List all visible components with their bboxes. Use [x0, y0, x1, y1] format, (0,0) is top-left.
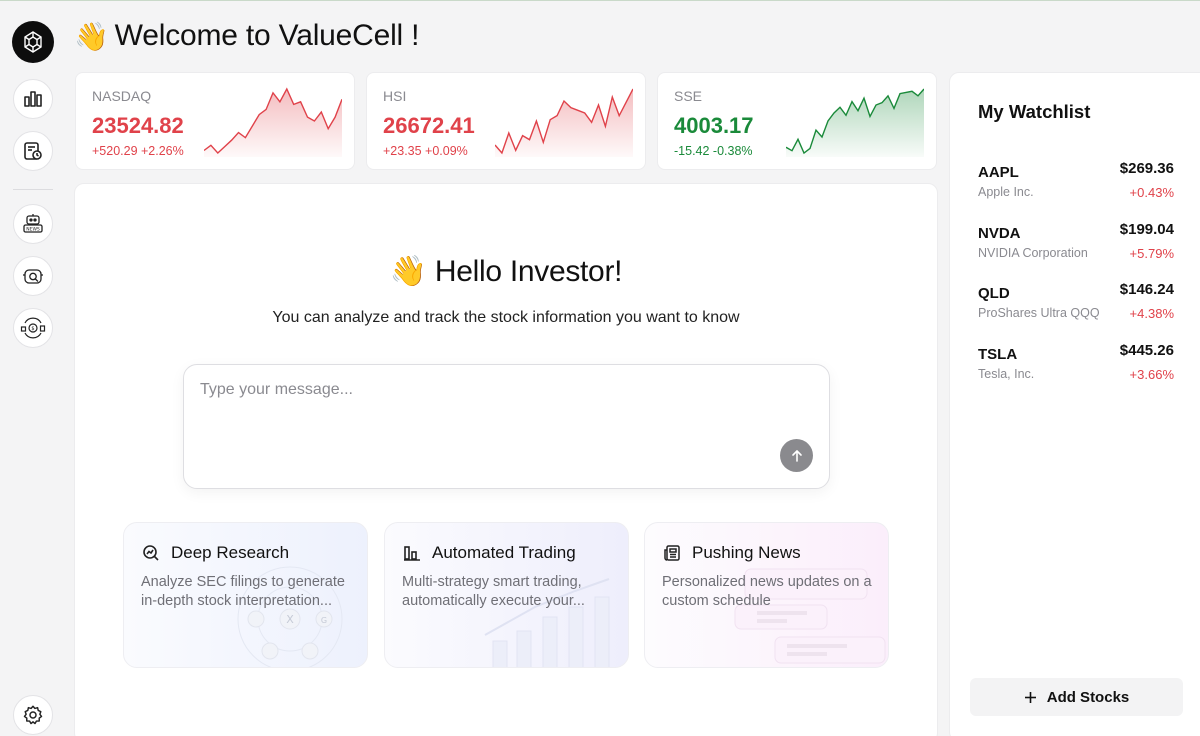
index-sparkline: [495, 88, 633, 157]
send-button[interactable]: [780, 439, 813, 472]
index-card-sse[interactable]: SSE 4003.17 -15.42 -0.38%: [657, 72, 937, 170]
index-name: HSI: [383, 88, 407, 104]
page-title: 👋 Welcome to ValueCell !: [74, 19, 419, 53]
index-name: SSE: [674, 88, 703, 104]
add-stocks-label: Add Stocks: [1046, 688, 1130, 706]
hello-subtitle: You can analyze and track the stock info…: [272, 309, 740, 326]
index-sparkline: [204, 87, 342, 157]
trading-robot-icon: $: [20, 317, 46, 339]
stock-name: NVIDIA Corporation: [978, 246, 1088, 260]
stock-change: +0.43%: [1129, 185, 1174, 200]
arrow-up-icon: [791, 449, 802, 462]
hello-heading: 👋 Hello Investor!: [75, 254, 937, 289]
bar-chart-icon: [24, 91, 42, 107]
settings-button[interactable]: [13, 695, 53, 735]
message-box: [183, 364, 830, 489]
app-logo[interactable]: [12, 21, 54, 63]
index-card-nasdaq[interactable]: NASDAQ 23524.82 +520.29 +2.26%: [75, 72, 355, 170]
page-title-text: Welcome to ValueCell !: [114, 19, 420, 52]
stock-symbol: NVDA: [978, 225, 1021, 242]
stock-symbol: TSLA: [978, 346, 1018, 363]
stock-name: Tesla, Inc.: [978, 367, 1035, 381]
plus-icon: [1024, 691, 1036, 703]
svg-text:G: G: [321, 616, 327, 625]
feature-description: Multi-strategy smart trading, automatica…: [402, 574, 585, 609]
index-change: -15.42 -0.38%: [674, 144, 753, 158]
svg-text:$: $: [31, 326, 34, 332]
feature-description: Analyze SEC filings to generate in-depth…: [141, 574, 345, 609]
stock-symbol: AAPL: [978, 164, 1019, 181]
news-robot-icon: NEWS: [23, 214, 43, 233]
stock-symbol: QLD: [978, 285, 1010, 302]
index-value: 26672.41: [383, 113, 475, 138]
chat-panel: 👋 Hello Investor! You can analyze and tr…: [74, 183, 938, 736]
watchlist-item-aapl[interactable]: AAPL Apple Inc. $269.36 +0.43%: [978, 160, 1174, 208]
sparkline-area: [786, 89, 924, 157]
sidebar: NEWS $: [0, 1, 66, 736]
svg-text:NEWS: NEWS: [26, 227, 40, 233]
logo-icon: [24, 31, 42, 53]
gear-icon: [23, 705, 43, 725]
stock-price: $269.36: [1119, 160, 1174, 177]
stock-change: +3.66%: [1129, 367, 1174, 382]
feature-description: Personalized news updates on a custom sc…: [662, 574, 872, 609]
feature-card-deep-research[interactable]: X G Deep Research Analyze SEC filings to…: [123, 522, 368, 668]
search-robot-icon: [23, 269, 43, 284]
index-value: 23524.82: [92, 113, 184, 138]
sidebar-item-research-agent[interactable]: [13, 256, 53, 296]
stock-name: Apple Inc.: [978, 185, 1034, 199]
stock-change: +4.38%: [1129, 306, 1174, 321]
feature-card-pushing-news[interactable]: Pushing News Personalized news updates o…: [644, 522, 889, 668]
sidebar-item-history[interactable]: [13, 131, 53, 171]
wave-emoji: 👋: [74, 20, 109, 52]
clock-document-icon: [24, 142, 42, 160]
index-change: +23.35 +0.09%: [383, 144, 468, 158]
index-change: +520.29 +2.26%: [92, 144, 184, 158]
stock-price: $199.04: [1119, 221, 1174, 238]
watchlist-title: My Watchlist: [978, 101, 1091, 122]
stock-name: ProShares Ultra QQQ: [978, 306, 1100, 320]
hello-text: Hello Investor!: [434, 255, 623, 288]
sidebar-item-market[interactable]: [13, 79, 53, 119]
watchlist-item-qld[interactable]: QLD ProShares Ultra QQQ $146.24 +4.38%: [978, 281, 1174, 329]
stock-change: +5.79%: [1129, 246, 1174, 261]
sidebar-divider: [13, 189, 53, 190]
sidebar-item-trading-agent[interactable]: $: [13, 308, 53, 348]
index-sparkline: [786, 88, 924, 157]
index-value: 4003.17: [674, 113, 754, 138]
sidebar-item-news-agent[interactable]: NEWS: [13, 204, 53, 244]
svg-text:X: X: [286, 613, 294, 626]
stock-price: $445.26: [1119, 342, 1174, 359]
feature-card-automated-trading[interactable]: Automated Trading Multi-strategy smart t…: [384, 522, 629, 668]
index-name: NASDAQ: [92, 88, 152, 104]
wave-emoji: 👋: [389, 255, 427, 288]
watchlist-item-nvda[interactable]: NVDA NVIDIA Corporation $199.04 +5.79%: [978, 221, 1174, 269]
watchlist-item-tsla[interactable]: TSLA Tesla, Inc. $445.26 +3.66%: [978, 342, 1174, 390]
watchlist-panel: My Watchlist AAPL Apple Inc. $269.36 +0.…: [949, 72, 1200, 736]
message-input[interactable]: [200, 381, 760, 451]
stock-price: $146.24: [1119, 281, 1174, 298]
add-stocks-button[interactable]: Add Stocks: [970, 678, 1183, 716]
index-card-hsi[interactable]: HSI 26672.41 +23.35 +0.09%: [366, 72, 646, 170]
